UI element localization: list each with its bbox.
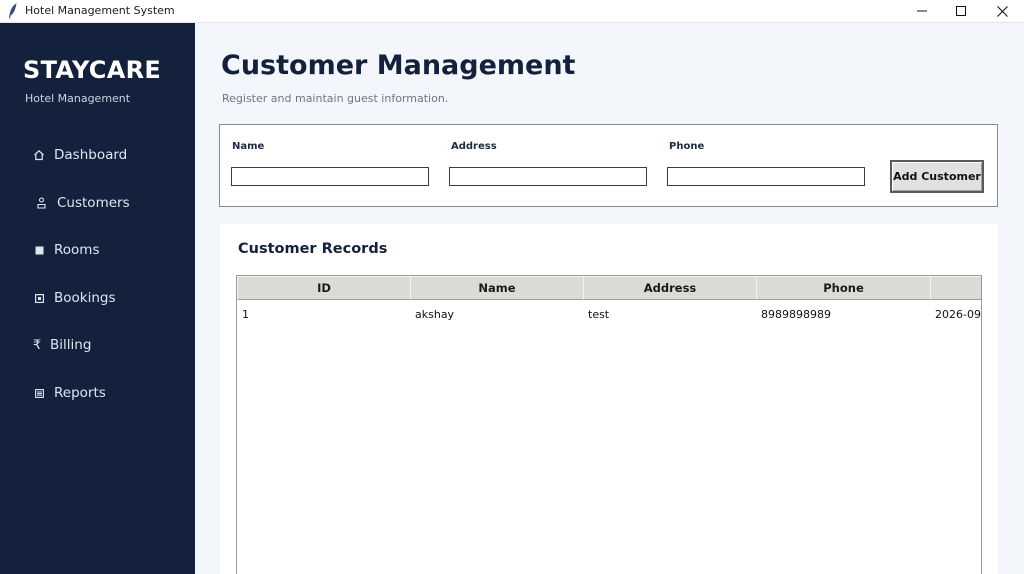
page-title: Customer Management (221, 50, 576, 81)
minimize-icon (917, 10, 927, 12)
brand-logo-text: STAYCARE (23, 56, 162, 84)
address-input[interactable] (449, 167, 647, 186)
sidebar-item-rooms[interactable]: Rooms (0, 235, 195, 265)
cell-name: akshay (415, 308, 455, 321)
home-icon (32, 148, 46, 162)
sidebar-item-dashboard[interactable]: Dashboard (0, 140, 195, 170)
cell-phone: 8989898989 (761, 308, 831, 321)
sidebar: STAYCARE Hotel Management Dashboard Cust… (0, 23, 195, 574)
sidebar-item-reports[interactable]: Reports (0, 378, 195, 408)
sidebar-item-label: Billing (50, 337, 92, 353)
sidebar-item-label: Customers (57, 195, 130, 211)
table-row[interactable]: 1 akshay test 8989898989 2026-09- (237, 300, 982, 328)
maximize-icon (956, 6, 966, 16)
address-label: Address (451, 141, 497, 152)
cell-id: 1 (242, 308, 249, 321)
square-dot-icon (32, 291, 46, 305)
sidebar-item-label: Rooms (54, 242, 100, 258)
records-title: Customer Records (238, 241, 388, 257)
close-button[interactable] (982, 0, 1022, 22)
person-icon (34, 196, 48, 210)
column-header-name[interactable]: Name (410, 276, 584, 300)
feather-icon (9, 3, 17, 19)
sidebar-item-label: Bookings (54, 290, 116, 306)
customer-form: Name Address Phone Add Customer (219, 124, 998, 207)
sidebar-item-bookings[interactable]: Bookings (0, 283, 195, 313)
maximize-button[interactable] (941, 0, 981, 22)
customer-records-card: Customer Records ID Name Address Phone 1… (220, 224, 998, 574)
phone-label: Phone (669, 141, 705, 152)
customer-records-table[interactable]: ID Name Address Phone 1 akshay test 8989… (236, 275, 982, 574)
sidebar-item-label: Dashboard (54, 147, 128, 163)
list-icon (32, 386, 46, 400)
brand-subtitle: Hotel Management (25, 92, 131, 105)
sidebar-item-customers[interactable]: Customers (0, 188, 195, 218)
page-subtitle: Register and maintain guest information. (222, 92, 449, 105)
window-titlebar: Hotel Management System (0, 0, 1024, 23)
rupee-icon: ₹ (32, 337, 42, 353)
name-label: Name (232, 141, 265, 152)
cell-date: 2026-09- (935, 308, 982, 321)
phone-input[interactable] (667, 167, 865, 186)
table-header: ID Name Address Phone (237, 276, 981, 300)
name-input[interactable] (231, 167, 429, 186)
column-header-phone[interactable]: Phone (756, 276, 931, 300)
close-icon (996, 5, 1008, 17)
column-header-id[interactable]: ID (237, 276, 411, 300)
minimize-button[interactable] (902, 0, 942, 22)
window-title: Hotel Management System (25, 4, 175, 17)
sidebar-item-billing[interactable]: ₹ Billing (0, 330, 195, 360)
column-header-address[interactable]: Address (583, 276, 757, 300)
sidebar-item-label: Reports (54, 385, 106, 401)
square-icon (32, 243, 46, 257)
cell-address: test (588, 308, 610, 321)
column-header-date[interactable] (930, 276, 981, 300)
add-customer-button[interactable]: Add Customer (890, 160, 984, 193)
